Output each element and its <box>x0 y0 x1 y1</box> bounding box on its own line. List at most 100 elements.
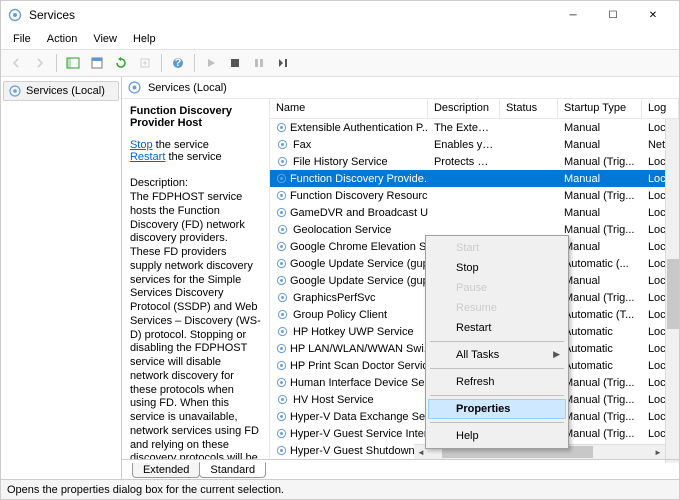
service-startup-cell: Manual (Trig... <box>558 394 642 406</box>
gear-icon <box>276 325 290 339</box>
column-logon[interactable]: Log <box>642 99 679 118</box>
restart-link[interactable]: Restart <box>130 151 165 163</box>
service-startup-cell: Manual (Trig... <box>558 428 642 440</box>
cm-all-tasks[interactable]: All Tasks▶ <box>428 345 566 365</box>
gear-icon <box>276 121 287 135</box>
titlebar: Services ─ ☐ ✕ <box>1 1 679 29</box>
cm-help[interactable]: Help <box>428 426 566 446</box>
service-name-cell: HP Print Scan Doctor Service <box>290 360 428 372</box>
statusbar: Opens the properties dialog box for the … <box>1 479 679 499</box>
column-status[interactable]: Status <box>500 99 558 118</box>
show-hide-tree-button[interactable] <box>62 52 84 74</box>
gear-icon <box>276 342 287 356</box>
gear-icon <box>8 84 22 98</box>
service-name-cell: Hyper-V Guest Shutdown S... <box>290 445 428 457</box>
svg-text:?: ? <box>175 57 182 69</box>
service-name-cell: Google Update Service (gup... <box>290 258 428 270</box>
pause-service-button[interactable] <box>248 52 270 74</box>
help-toolbar-button[interactable]: ? <box>167 52 189 74</box>
cm-start[interactable]: Start <box>428 238 566 258</box>
service-name-cell: Google Chrome Elevation S... <box>290 241 428 253</box>
cm-refresh[interactable]: Refresh <box>428 372 566 392</box>
stop-service-button[interactable] <box>224 52 246 74</box>
pane-header-label: Services (Local) <box>148 82 227 94</box>
column-description[interactable]: Description <box>428 99 500 118</box>
service-startup-cell: Automatic (... <box>558 258 642 270</box>
service-startup-cell: Automatic <box>558 326 642 338</box>
cm-resume[interactable]: Resume <box>428 298 566 318</box>
menu-file[interactable]: File <box>5 31 39 47</box>
properties-toolbar-button[interactable] <box>86 52 108 74</box>
cm-pause[interactable]: Pause <box>428 278 566 298</box>
maximize-button[interactable]: ☐ <box>593 1 633 29</box>
gear-icon <box>276 206 287 220</box>
vertical-scrollbar[interactable] <box>665 119 679 459</box>
gear-icon <box>276 444 287 458</box>
service-startup-cell: Automatic <box>558 343 642 355</box>
service-desc-cell: Enables you... <box>428 139 500 151</box>
context-menu: Start Stop Pause Resume Restart All Task… <box>425 235 569 449</box>
refresh-toolbar-button[interactable] <box>110 52 132 74</box>
service-name-cell: GraphicsPerfSvc <box>293 292 376 304</box>
menu-help[interactable]: Help <box>125 31 164 47</box>
tab-standard[interactable]: Standard <box>199 462 266 478</box>
gear-icon <box>276 308 290 322</box>
service-startup-cell: Manual <box>558 122 642 134</box>
service-startup-cell: Manual <box>558 139 642 151</box>
service-row[interactable]: Function Discovery Resourc...Manual (Tri… <box>270 187 679 204</box>
service-startup-cell: Manual (Trig... <box>558 292 642 304</box>
menu-action[interactable]: Action <box>39 31 86 47</box>
toolbar: ? <box>1 49 679 77</box>
service-name-cell: Function Discovery Resourc... <box>290 190 428 202</box>
selected-service-name: Function Discovery Provider Host <box>130 105 261 129</box>
gear-icon <box>276 376 287 390</box>
service-row[interactable]: Function Discovery Provide...ManualLoca <box>270 170 679 187</box>
forward-button[interactable] <box>29 52 51 74</box>
gear-icon <box>276 240 287 254</box>
service-row[interactable]: File History ServiceProtects use...Manua… <box>270 153 679 170</box>
description-text: The FDPHOST service hosts the Function D… <box>130 191 261 459</box>
service-name-cell: Extensible Authentication P... <box>290 122 428 134</box>
submenu-arrow-icon: ▶ <box>553 349 560 360</box>
pane-header: Services (Local) <box>122 77 679 99</box>
stop-link[interactable]: Stop <box>130 139 153 151</box>
service-startup-cell: Manual (Trig... <box>558 224 642 236</box>
tree-root-services[interactable]: Services (Local) <box>3 81 119 101</box>
service-row[interactable]: GameDVR and Broadcast Us...ManualLoca <box>270 204 679 221</box>
service-name-cell: Group Policy Client <box>293 309 387 321</box>
minimize-button[interactable]: ─ <box>553 1 593 29</box>
column-startup[interactable]: Startup Type <box>558 99 642 118</box>
close-button[interactable]: ✕ <box>633 1 673 29</box>
gear-icon <box>276 257 287 271</box>
gear-icon <box>276 274 287 288</box>
service-name-cell: Hyper-V Guest Service Inter... <box>290 428 428 440</box>
service-startup-cell: Automatic (T... <box>558 309 642 321</box>
gear-icon <box>276 410 287 424</box>
menu-view[interactable]: View <box>85 31 125 47</box>
service-startup-cell: Manual <box>558 275 642 287</box>
service-name-cell: HP LAN/WLAN/WWAN Swi... <box>290 343 428 355</box>
restart-service-button[interactable] <box>272 52 294 74</box>
statusbar-text: Opens the properties dialog box for the … <box>7 484 284 496</box>
service-name-cell: Human Interface Device Ser... <box>290 377 428 389</box>
back-button[interactable] <box>5 52 27 74</box>
service-name-cell: Google Update Service (gup... <box>290 275 428 287</box>
gear-icon <box>276 172 287 186</box>
service-name-cell: Function Discovery Provide... <box>290 173 428 185</box>
service-row[interactable]: Extensible Authentication P...The Extens… <box>270 119 679 136</box>
service-name-cell: GameDVR and Broadcast Us... <box>290 207 428 219</box>
tree-root-label: Services (Local) <box>26 85 105 97</box>
export-button[interactable] <box>134 52 156 74</box>
service-startup-cell: Manual <box>558 173 642 185</box>
column-name[interactable]: Name <box>270 99 428 118</box>
cm-restart[interactable]: Restart <box>428 318 566 338</box>
service-startup-cell: Manual (Trig... <box>558 377 642 389</box>
start-service-button[interactable] <box>200 52 222 74</box>
tab-extended[interactable]: Extended <box>132 463 200 478</box>
info-panel: Function Discovery Provider Host Stop th… <box>122 99 270 459</box>
cm-stop[interactable]: Stop <box>428 258 566 278</box>
main-pane: Services (Local) Function Discovery Prov… <box>122 77 679 479</box>
description-heading: Description: <box>130 177 261 189</box>
service-row[interactable]: FaxEnables you...ManualNetw <box>270 136 679 153</box>
cm-properties[interactable]: Properties <box>428 399 566 419</box>
